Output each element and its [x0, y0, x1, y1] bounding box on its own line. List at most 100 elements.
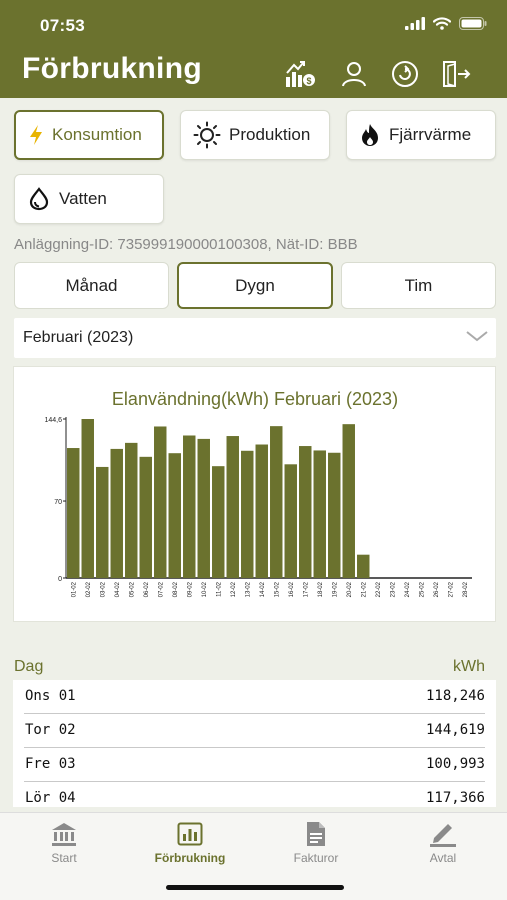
type-button-vatten[interactable]: Vatten [14, 174, 164, 224]
x-tick-label: 23-02 [390, 581, 396, 597]
chart-bar [154, 426, 167, 578]
row-day: Ons 01 [25, 688, 76, 704]
chart-card: Elanvändning(kWh) Februari (2023) 0 70 144… [13, 366, 496, 622]
svg-text:$: $ [306, 76, 311, 86]
period-label: Månad [65, 275, 118, 295]
x-tick-label: 11-02 [216, 581, 222, 597]
x-tick-label: 10-02 [202, 581, 208, 597]
period-button-manad[interactable]: Månad [14, 262, 169, 309]
facility-ids: Anläggning-ID: 735999190000100308, Nät-I… [14, 236, 358, 253]
x-tick-label: 06-02 [144, 581, 150, 597]
daily-table: Ons 01 118,246 Tor 02 144,619 Fre 03 100… [13, 680, 496, 807]
chart-bar [342, 424, 355, 578]
chevron-down-icon [466, 331, 488, 342]
type-label: Konsumtion [52, 125, 142, 144]
pen-icon [430, 824, 456, 847]
tab-fakturor[interactable]: Fakturor [266, 819, 366, 875]
x-tick-label: 21-02 [361, 581, 367, 597]
x-tick-label: 12-02 [231, 581, 237, 597]
x-tick-label: 09-02 [187, 581, 193, 597]
user-icon[interactable] [338, 58, 370, 90]
bar-chart-icon [177, 822, 203, 846]
bank-icon [52, 823, 76, 846]
x-tick-label: 05-02 [129, 581, 135, 597]
type-button-konsumtion[interactable]: Konsumtion [14, 110, 164, 160]
x-tick-label: 16-02 [289, 581, 295, 597]
row-day: Fre 03 [25, 756, 76, 772]
chart-bar [255, 444, 268, 578]
status-bar: 07:53 [0, 0, 507, 48]
row-day: Lör 04 [25, 790, 76, 806]
type-label: Produktion [229, 125, 311, 144]
period-button-tim[interactable]: Tim [341, 262, 496, 309]
x-tick-label: 07-02 [158, 581, 164, 597]
tab-label: Förbrukning [154, 851, 226, 865]
month-select[interactable]: Februari (2023) [14, 318, 496, 358]
table-header-kwh: kWh [453, 658, 485, 675]
chart-bar [284, 464, 297, 578]
row-value: 117,366 [425, 790, 485, 806]
table-row: Lör 04 117,366 [24, 782, 485, 807]
type-label: Fjärrvärme [389, 125, 472, 144]
battery-icon [459, 17, 487, 30]
chart-bar [110, 448, 123, 578]
chart-bar [226, 436, 239, 578]
x-tick-label: 26-02 [434, 581, 440, 597]
table-header-day: Dag [14, 658, 44, 675]
status-icons [405, 17, 487, 30]
x-tick-label: 14-02 [260, 581, 266, 597]
logout-icon[interactable] [440, 58, 472, 90]
month-select-value: Februari (2023) [23, 329, 134, 346]
wifi-icon [433, 17, 451, 30]
chart-bar [357, 554, 370, 578]
lightning-icon [30, 125, 42, 145]
chart-title: Elanvändning(kWh) Februari (2023) [112, 389, 398, 409]
document-icon [307, 822, 325, 846]
x-tick-label: 20-02 [347, 581, 353, 597]
chart-bar [125, 442, 138, 578]
chart-bar [212, 466, 225, 578]
tab-forbrukning[interactable]: Förbrukning [140, 819, 240, 875]
period-label: Tim [404, 275, 433, 295]
chart-bar [67, 448, 80, 578]
type-button-produktion[interactable]: Produktion [180, 110, 330, 160]
x-tick-label: 22-02 [376, 581, 382, 597]
x-tick-label: 03-02 [100, 581, 106, 597]
row-day: Tor 02 [25, 722, 76, 738]
tab-avtal[interactable]: Avtal [393, 819, 493, 875]
type-label: Vatten [59, 189, 107, 208]
home-indicator [166, 885, 344, 890]
x-tick-label: 02-02 [86, 581, 92, 597]
tab-label: Start [51, 851, 77, 865]
tab-label: Avtal [429, 851, 457, 865]
period-label: Dygn [235, 275, 275, 295]
type-button-fjarrvarme[interactable]: Fjärrvärme [346, 110, 496, 160]
chart-bar [139, 456, 152, 578]
x-tick-label: 18-02 [318, 581, 324, 597]
chart-bar [168, 453, 181, 578]
refresh-icon[interactable] [389, 58, 421, 90]
tab-start[interactable]: Start [14, 819, 114, 875]
y-tick-label: 144,6 [44, 417, 62, 424]
x-tick-label: 13-02 [245, 581, 251, 597]
price-chart-icon[interactable]: $ [284, 58, 316, 90]
chart-bar [313, 450, 326, 578]
table-row: Tor 02 144,619 [24, 714, 485, 748]
row-value: 144,619 [425, 722, 485, 738]
chart-bar [96, 466, 109, 578]
chart-bar [328, 452, 341, 578]
sun-icon [193, 121, 221, 149]
chart-bar [197, 438, 210, 578]
period-button-dygn[interactable]: Dygn [177, 262, 333, 309]
x-tick-label: 25-02 [419, 581, 425, 597]
chart-bar [81, 419, 94, 578]
flame-icon [362, 124, 378, 146]
y-tick-label: 0 [58, 576, 62, 583]
app-header: Förbrukning $ [0, 48, 507, 98]
x-tick-label: 15-02 [274, 581, 280, 597]
consumption-chart: Elanvändning(kWh) Februari (2023) 0 70 144… [44, 389, 472, 597]
table-row: Ons 01 118,246 [24, 680, 485, 714]
table-row: Fre 03 100,993 [24, 748, 485, 782]
status-time: 07:53 [40, 16, 85, 35]
x-tick-label: 08-02 [173, 581, 179, 597]
